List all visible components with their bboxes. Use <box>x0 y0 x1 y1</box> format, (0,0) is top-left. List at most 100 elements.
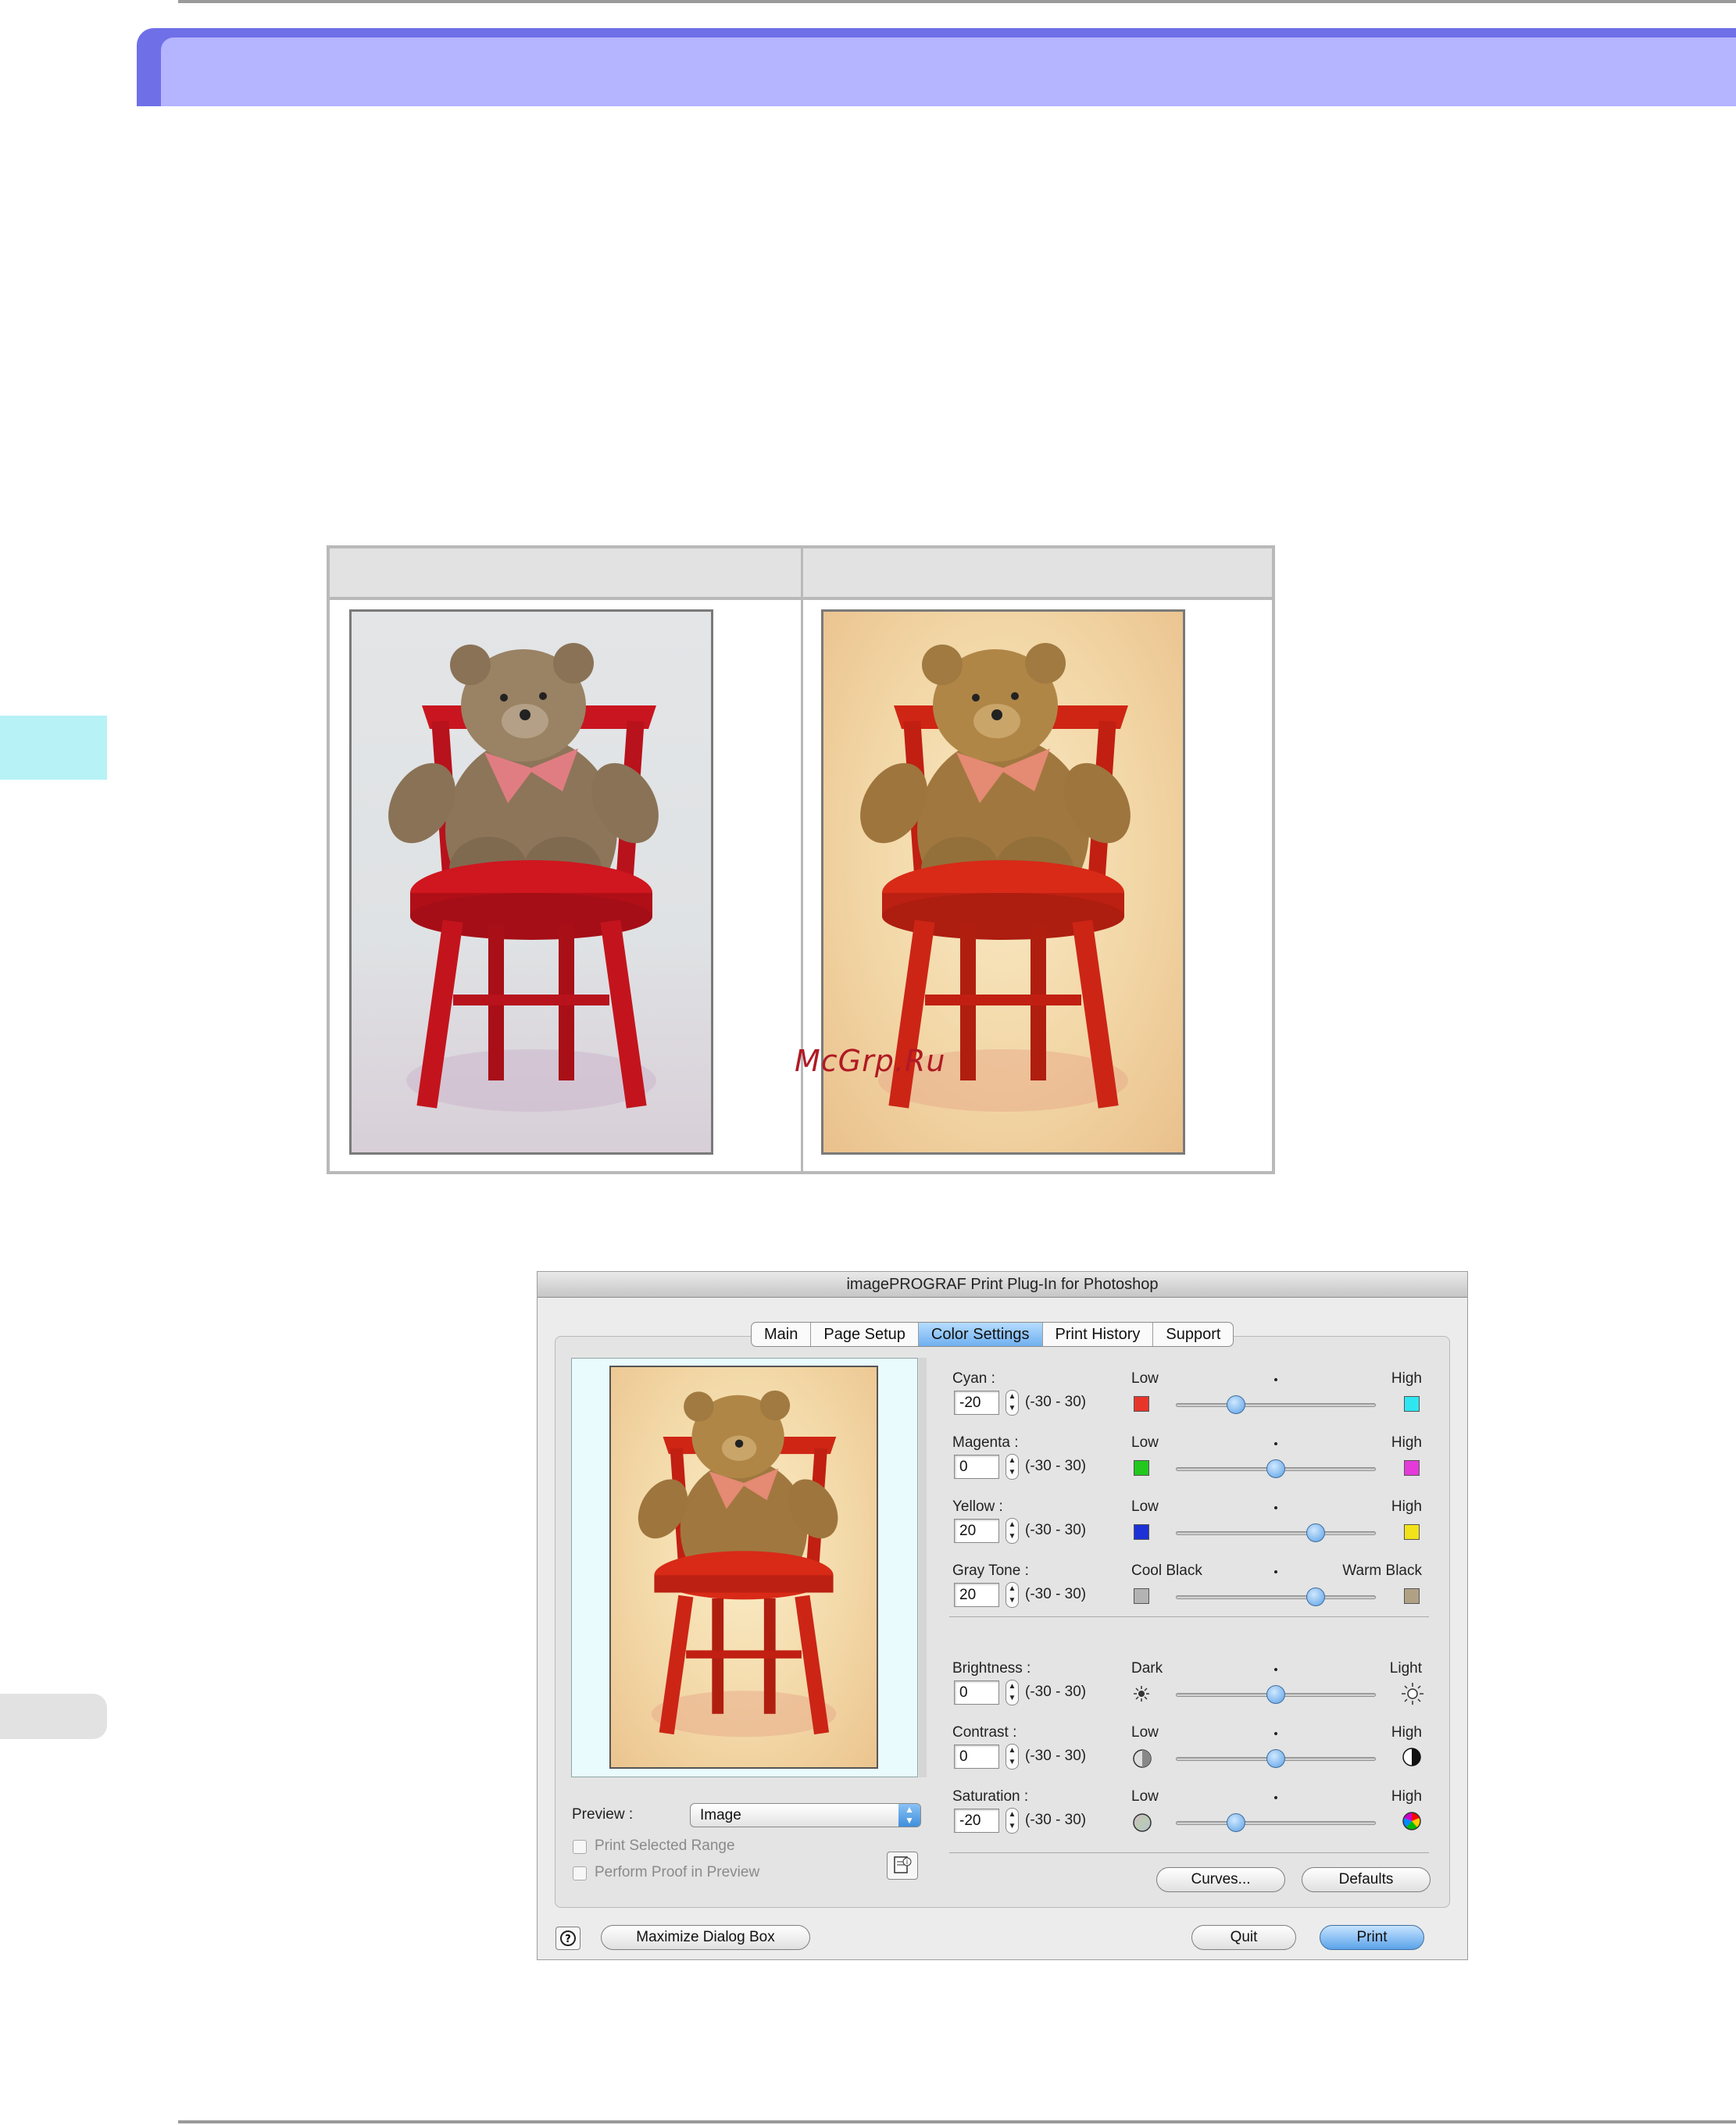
cyan-value-field[interactable]: -20 <box>954 1391 999 1415</box>
top-rule <box>178 0 1736 3</box>
defaults-button[interactable]: Defaults <box>1302 1867 1431 1892</box>
preview-teddy-illustration <box>638 1390 838 1738</box>
preview-area <box>571 1358 918 1777</box>
yellow-low-swatch <box>1134 1524 1149 1540</box>
magenta-center-tick <box>1274 1442 1277 1445</box>
section-separator <box>949 1616 1429 1617</box>
magenta-low-swatch <box>1134 1460 1149 1476</box>
saturation-stepper[interactable]: ▲ ▼ <box>1006 1808 1019 1834</box>
proof-document-icon: i <box>894 1856 912 1873</box>
brightness-high-label: Light <box>1389 1660 1422 1677</box>
magenta-slider-thumb[interactable] <box>1266 1459 1285 1478</box>
print-button[interactable]: Print <box>1320 1925 1424 1950</box>
saturation-high-label: High <box>1391 1788 1422 1805</box>
buttons-separator <box>949 1852 1429 1853</box>
magenta-high-label: High <box>1391 1434 1422 1451</box>
magenta-range-label: (-30 - 30) <box>1025 1458 1087 1474</box>
preview-label: Preview : <box>572 1806 634 1823</box>
yellow-high-swatch <box>1404 1524 1420 1540</box>
help-button[interactable]: ? <box>555 1927 580 1950</box>
yellow-center-tick <box>1274 1506 1277 1509</box>
saturation-slider-track[interactable] <box>1176 1821 1376 1825</box>
preview-scrollbar[interactable] <box>919 1358 927 1777</box>
contrast-center-tick <box>1274 1732 1277 1735</box>
gray-tone-high-label: Warm Black <box>1342 1562 1422 1579</box>
bottom-rule <box>178 2120 1736 2123</box>
print-selected-range-label: Print Selected Range <box>595 1838 735 1854</box>
brightness-low-label: Dark <box>1131 1660 1163 1677</box>
tab-support[interactable]: Support <box>1153 1323 1233 1346</box>
cyan-slider-track[interactable] <box>1176 1403 1376 1407</box>
quit-button[interactable]: Quit <box>1191 1925 1296 1950</box>
contrast-high-icon <box>1401 1746 1423 1772</box>
brightness-center-tick <box>1274 1668 1277 1671</box>
index-side-tab <box>0 1694 107 1739</box>
chevron-updown-icon: ▲ ▼ <box>898 1804 920 1827</box>
cyan-low-swatch <box>1134 1396 1149 1412</box>
cyan-stepper[interactable]: ▲ ▼ <box>1006 1390 1019 1416</box>
cyan-low-label: Low <box>1131 1370 1159 1387</box>
preview-select[interactable]: Image ▲ ▼ <box>690 1803 921 1827</box>
cyan-center-tick <box>1274 1378 1277 1381</box>
yellow-stepper[interactable]: ▲ ▼ <box>1006 1518 1019 1544</box>
gray-tone-slider-thumb[interactable] <box>1306 1588 1325 1606</box>
preview-select-value: Image <box>700 1807 741 1823</box>
tab-print-history[interactable]: Print History <box>1043 1323 1154 1346</box>
section-banner-inner <box>161 38 1736 106</box>
magenta-high-swatch <box>1404 1460 1420 1476</box>
magenta-low-label: Low <box>1131 1434 1159 1451</box>
yellow-slider-thumb[interactable] <box>1306 1523 1325 1542</box>
watermark: McGrp.Ru <box>795 1044 946 1078</box>
contrast-stepper[interactable]: ▲ ▼ <box>1006 1744 1019 1770</box>
contrast-high-label: High <box>1391 1724 1422 1741</box>
maximize-dialog-button[interactable]: Maximize Dialog Box <box>601 1925 810 1950</box>
gray-tone-low-swatch <box>1134 1588 1149 1604</box>
gray-tone-label: Gray Tone : <box>952 1562 1029 1579</box>
cyan-label: Cyan : <box>952 1370 995 1387</box>
proof-settings-button[interactable]: i <box>887 1852 918 1880</box>
contrast-low-label: Low <box>1131 1724 1159 1741</box>
curves-button[interactable]: Curves... <box>1156 1867 1285 1892</box>
gray-tone-slider-track[interactable] <box>1176 1595 1376 1599</box>
brightness-range-label: (-30 - 30) <box>1025 1684 1087 1700</box>
print-selected-range-checkbox[interactable] <box>573 1840 587 1854</box>
brightness-slider-thumb[interactable] <box>1266 1685 1285 1704</box>
yellow-value-field[interactable]: 20 <box>954 1519 999 1543</box>
gray-tone-stepper[interactable]: ▲ ▼ <box>1006 1582 1019 1608</box>
saturation-low-label: Low <box>1131 1788 1159 1805</box>
brightness-value-field[interactable]: 0 <box>954 1680 999 1705</box>
contrast-range-label: (-30 - 30) <box>1025 1748 1087 1764</box>
tab-page-setup[interactable]: Page Setup <box>811 1323 919 1346</box>
yellow-slider-track[interactable] <box>1176 1531 1376 1535</box>
sun-light-icon <box>1401 1682 1424 1709</box>
gray-tone-value-field[interactable]: 20 <box>954 1583 999 1607</box>
brightness-stepper[interactable]: ▲ ▼ <box>1006 1680 1019 1705</box>
perform-proof-label: Perform Proof in Preview <box>595 1864 760 1880</box>
saturation-value-field[interactable]: -20 <box>954 1809 999 1833</box>
brightness-label: Brightness : <box>952 1660 1031 1677</box>
yellow-low-label: Low <box>1131 1498 1159 1515</box>
perform-proof-checkbox[interactable] <box>573 1866 587 1880</box>
tab-main[interactable]: Main <box>752 1323 812 1346</box>
magenta-value-field[interactable]: 0 <box>954 1455 999 1479</box>
help-icon: ? <box>560 1930 576 1946</box>
magenta-label: Magenta : <box>952 1434 1019 1451</box>
saturation-range-label: (-30 - 30) <box>1025 1812 1087 1828</box>
cyan-high-label: High <box>1391 1370 1422 1387</box>
magenta-stepper[interactable]: ▲ ▼ <box>1006 1454 1019 1480</box>
teddy-bear-original-photo <box>349 609 713 1155</box>
contrast-slider-thumb[interactable] <box>1266 1749 1285 1768</box>
preview-image <box>609 1366 878 1769</box>
dialog-title: imagePROGRAF Print Plug-In for Photoshop <box>538 1272 1467 1298</box>
contrast-value-field[interactable]: 0 <box>954 1745 999 1769</box>
contrast-low-icon <box>1131 1748 1153 1773</box>
gray-tone-range-label: (-30 - 30) <box>1025 1586 1087 1602</box>
gray-tone-center-tick <box>1274 1570 1277 1573</box>
tab-color-settings[interactable]: Color Settings <box>918 1323 1043 1346</box>
cyan-high-swatch <box>1404 1396 1420 1412</box>
sun-dark-icon <box>1131 1684 1152 1708</box>
saturation-center-tick <box>1274 1796 1277 1799</box>
svg-text:?: ? <box>565 1934 571 1945</box>
yellow-range-label: (-30 - 30) <box>1025 1522 1087 1538</box>
teddy-bear-chair-illustration <box>388 643 659 1112</box>
